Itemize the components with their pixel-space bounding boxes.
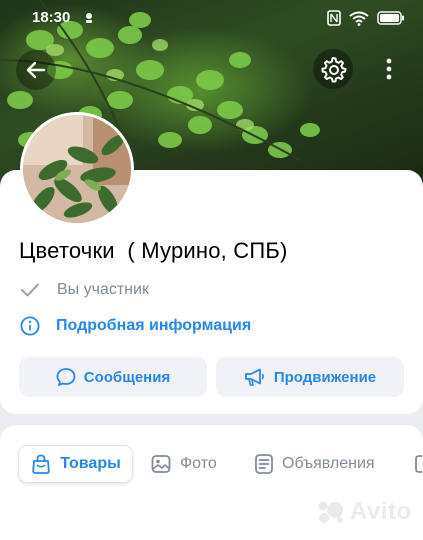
more-vertical-icon (386, 58, 392, 80)
tab-photo-label: Фото (180, 455, 217, 472)
membership-label: Вы участник (57, 281, 149, 298)
battery-icon (377, 11, 404, 25)
promote-button[interactable]: Продвижение (216, 357, 404, 397)
tab-goods-label: Товары (60, 455, 121, 472)
gear-icon (321, 57, 347, 83)
message-icon (56, 368, 76, 386)
settings-button[interactable] (313, 49, 353, 89)
back-button[interactable] (16, 50, 56, 90)
messages-button-label: Сообщения (83, 368, 171, 386)
ads-icon (255, 454, 273, 474)
photo-icon (151, 455, 171, 473)
watermark-text: Avito (350, 498, 412, 525)
messages-button[interactable]: Сообщения (19, 357, 207, 397)
notification-icon (86, 13, 92, 23)
info-icon (20, 316, 40, 336)
nfc-icon (327, 10, 341, 26)
avito-logo-icon (318, 501, 343, 523)
promote-button-label: Продвижение (273, 368, 377, 386)
tab-more-partial[interactable] (414, 446, 423, 482)
membership-status[interactable]: Вы участник (20, 281, 149, 299)
check-icon (21, 283, 39, 297)
tab-goods[interactable]: Товары (19, 446, 132, 482)
status-icons (327, 10, 405, 26)
arrow-left-icon (26, 61, 46, 79)
tab-ads-label: Объявления (282, 455, 375, 472)
status-bar: 18:30 (0, 0, 423, 36)
shopping-bag-icon (32, 454, 50, 474)
tab-ads[interactable]: Объявления (254, 446, 375, 482)
tab-partial-icon (415, 455, 422, 473)
tab-photo[interactable]: Фото (150, 446, 217, 482)
details-link-label: Подробная информация (56, 317, 252, 334)
avatar[interactable] (20, 112, 134, 226)
avito-watermark: Avito (316, 498, 412, 526)
avatar-image (23, 115, 131, 223)
group-name: Цветочки ( Мурино, СПБ) (19, 238, 288, 263)
details-link[interactable]: Подробная информация (20, 316, 251, 336)
status-time: 18:30 (32, 9, 71, 26)
megaphone-icon (244, 368, 264, 386)
more-button[interactable] (369, 49, 409, 89)
wifi-icon (349, 11, 369, 26)
